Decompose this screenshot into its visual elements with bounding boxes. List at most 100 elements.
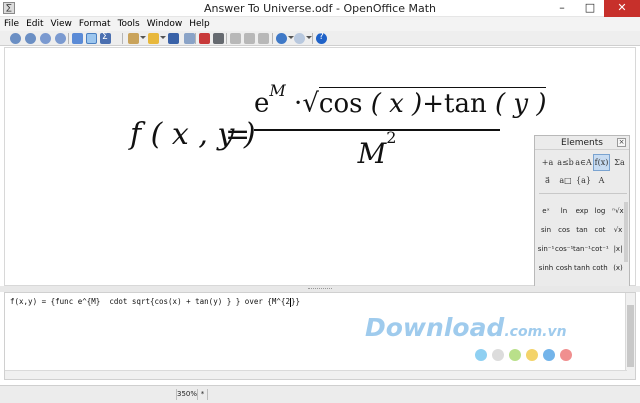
function-cosh[interactable]: cosh — [555, 259, 573, 278]
command-text-after-cursor: }} — [290, 297, 300, 306]
watermark-dot — [492, 349, 504, 361]
menu-view[interactable]: View — [51, 17, 72, 31]
formula-equals: = — [225, 117, 251, 152]
function-exp-power[interactable]: eˣ — [537, 202, 555, 221]
function-tan[interactable]: tan — [573, 221, 591, 240]
formula-den-exponent: 2 — [386, 127, 397, 147]
formula-tan: tan — [444, 88, 487, 119]
category-others[interactable]: A — [593, 172, 610, 189]
zoom-100-icon[interactable] — [40, 33, 51, 44]
print-icon[interactable] — [213, 33, 224, 44]
templates-dropdown-icon[interactable] — [140, 36, 146, 39]
toolbar-separator — [122, 33, 123, 44]
formula-cursor-icon[interactable] — [86, 33, 97, 44]
elements-panel-title: Elements — [535, 136, 629, 150]
formula-fraction-bar — [254, 129, 500, 131]
formula-cos: cos — [318, 88, 363, 119]
function-sinh[interactable]: sinh — [537, 259, 555, 278]
zoom-in-icon[interactable] — [10, 33, 21, 44]
export-pdf-icon[interactable] — [199, 33, 210, 44]
function-tanh[interactable]: tanh — [573, 259, 591, 278]
toolbar-separator — [272, 33, 273, 44]
elements-scrollbar[interactable] — [624, 202, 628, 262]
status-zoom-level[interactable]: 350% — [176, 389, 198, 400]
elements-panel: Elements × +a a≤b a∈A f(x) Σa a⃗ a□ {a} … — [534, 135, 630, 287]
function-coth[interactable]: coth — [591, 259, 609, 278]
undo-icon[interactable] — [276, 33, 287, 44]
toolbar-separator — [226, 33, 227, 44]
elements-categories: +a a≤b a∈A f(x) Σa a⃗ a□ {a} A — [539, 154, 627, 189]
elements-divider — [539, 193, 627, 194]
function-exp[interactable]: exp — [573, 202, 591, 221]
cut-icon[interactable] — [230, 33, 241, 44]
save-icon[interactable] — [168, 33, 179, 44]
watermark-brand: Download — [365, 313, 505, 342]
editor-horizontal-scrollbar[interactable] — [5, 370, 627, 379]
function-arccos[interactable]: cos⁻¹ — [555, 240, 573, 259]
category-relations[interactable]: a≤b — [557, 154, 574, 171]
function-sin[interactable]: sin — [537, 221, 555, 240]
function-cos[interactable]: cos — [555, 221, 573, 240]
update-icon[interactable] — [72, 33, 83, 44]
menu-tools[interactable]: Tools — [118, 17, 140, 31]
copy-icon[interactable] — [244, 33, 255, 44]
watermark-suffix: .com.vn — [504, 324, 567, 340]
standard-toolbar — [0, 31, 640, 46]
symbols-icon[interactable] — [100, 32, 111, 44]
toolbar-separator — [195, 33, 196, 44]
watermark-logo: Download.com.vn — [365, 313, 567, 342]
menu-window[interactable]: Window — [147, 17, 183, 31]
formula-render: f ( x , y ) = eM ·√cos ( x )+tan ( y ) M… — [130, 81, 547, 192]
menu-help[interactable]: Help — [189, 17, 210, 31]
title-bar: ∑ Answer To Universe.odf - OpenOffice Ma… — [0, 0, 640, 17]
function-ln[interactable]: ln — [555, 202, 573, 221]
category-functions[interactable]: f(x) — [593, 154, 610, 171]
category-attributes[interactable]: a⃗ — [539, 172, 556, 189]
splitter-grip-icon[interactable] — [308, 288, 332, 290]
maximize-button[interactable]: □ — [576, 0, 604, 17]
function-arcsin[interactable]: sin⁻¹ — [537, 240, 555, 259]
open-icon[interactable] — [148, 33, 159, 44]
formula-radicand: cos ( x )+tan ( y ) — [318, 86, 547, 119]
category-unary-binary[interactable]: +a — [539, 154, 556, 171]
category-operators[interactable]: Σa — [611, 154, 628, 171]
menu-format[interactable]: Format — [79, 17, 111, 31]
function-log[interactable]: log — [591, 202, 609, 221]
elements-functions: eˣ ln exp log ⁿ√x sin cos tan cot √x sin… — [537, 202, 629, 278]
category-formats[interactable]: {a} — [575, 172, 592, 189]
edit-document-icon[interactable] — [184, 33, 195, 44]
close-button[interactable]: ✕ — [604, 0, 640, 17]
toolbar-separator — [68, 33, 69, 44]
status-bar: 350% * — [0, 385, 640, 403]
minimize-button[interactable]: – — [548, 0, 576, 17]
watermark-dot — [509, 349, 521, 361]
formula-cos-arg: ( x ) — [362, 88, 423, 119]
watermark-dot — [543, 349, 555, 361]
formula-tan-arg: ( y ) — [486, 88, 547, 119]
editor-scroll-thumb[interactable] — [627, 305, 634, 367]
formula-command-text[interactable]: f(x,y) = {func e^{M} cdot sqrt{cos(x) + … — [10, 297, 300, 307]
formula-den-base: M — [357, 137, 387, 170]
function-arccot[interactable]: cot⁻¹ — [591, 240, 609, 259]
formula-sqrt-sign: √ — [302, 88, 319, 119]
templates-icon[interactable] — [128, 33, 139, 44]
show-all-icon[interactable] — [55, 33, 66, 44]
open-dropdown-icon[interactable] — [160, 36, 166, 39]
menu-edit[interactable]: Edit — [26, 17, 43, 31]
function-arctan[interactable]: tan⁻¹ — [573, 240, 591, 259]
window-title: Answer To Universe.odf - OpenOffice Math — [203, 2, 436, 15]
formula-plus: + — [422, 88, 444, 119]
category-set-operations[interactable]: a∈A — [575, 154, 592, 171]
zoom-out-icon[interactable] — [25, 33, 36, 44]
command-text-before-cursor: f(x,y) = {func e^{M} cdot sqrt{cos(x) + … — [10, 297, 290, 306]
formula-numerator: eM ·√cos ( x )+tan ( y ) — [254, 81, 547, 119]
function-cot[interactable]: cot — [591, 221, 609, 240]
paste-icon[interactable] — [258, 33, 269, 44]
formula-command-editor[interactable]: f(x,y) = {func e^{M} cdot sqrt{cos(x) + … — [4, 292, 636, 380]
elements-close-icon[interactable]: × — [617, 138, 626, 147]
category-brackets[interactable]: a□ — [557, 172, 574, 189]
help-icon[interactable] — [316, 32, 327, 44]
menu-file[interactable]: File — [4, 17, 19, 31]
editor-vertical-scrollbar[interactable] — [625, 293, 635, 379]
redo-icon[interactable] — [294, 33, 305, 44]
